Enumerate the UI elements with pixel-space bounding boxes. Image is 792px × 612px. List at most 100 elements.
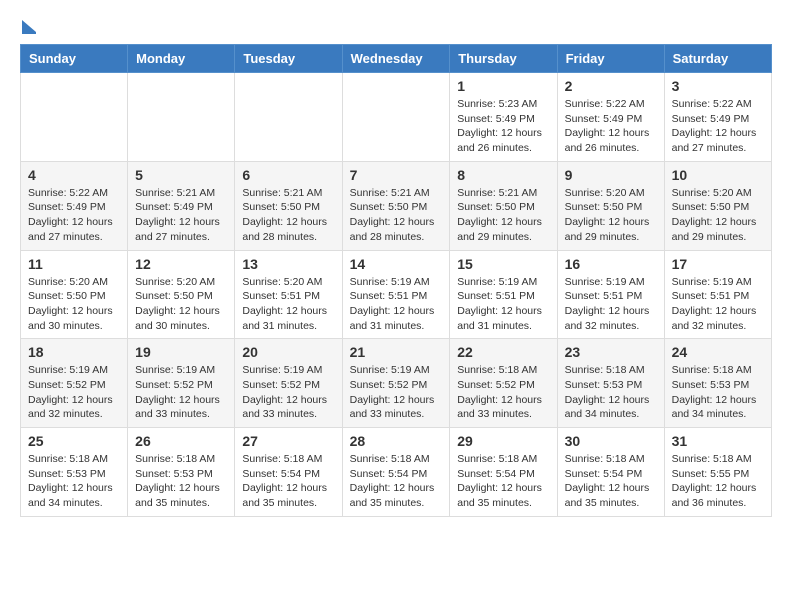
day-number: 23: [565, 344, 657, 360]
calendar-cell: 17Sunrise: 5:19 AM Sunset: 5:51 PM Dayli…: [664, 250, 771, 339]
calendar-cell: 15 Sunrise: 5:19 AM Sunset: 5:51 PM Dayli…: [450, 250, 557, 339]
weekday-header-sunday: Sunday: [21, 45, 128, 73]
calendar-cell: 18 Sunrise: 5:19 AM Sunset: 5:52 PM Dayli…: [21, 339, 128, 428]
weekday-header-wednesday: Wednesday: [342, 45, 450, 73]
day-info: Sunrise: 5:18 AM Sunset: 5:54 PM Dayligh…: [350, 452, 443, 511]
logo-icon: [22, 20, 36, 34]
day-number: 14: [350, 256, 443, 272]
calendar-cell: 11 Sunrise: 5:20 AM Sunset: 5:50 PM Dayli…: [21, 250, 128, 339]
day-number: 11: [28, 256, 120, 272]
day-number: 5: [135, 167, 227, 183]
calendar-cell: 6Sunrise: 5:21 AM Sunset: 5:50 PM Daylig…: [235, 161, 342, 250]
calendar-cell: [128, 73, 235, 162]
day-info: Sunrise: 5:19 AM Sunset: 5:52 PM Dayligh…: [28, 363, 120, 422]
calendar-cell: 25 Sunrise: 5:18 AM Sunset: 5:53 PM Dayli…: [21, 428, 128, 517]
day-number: 25: [28, 433, 120, 449]
day-info: Sunrise: 5:20 AM Sunset: 5:50 PM Dayligh…: [672, 186, 764, 245]
day-number: 2: [565, 78, 657, 94]
calendar-cell: 3 Sunrise: 5:22 AM Sunset: 5:49 PM Daylig…: [664, 73, 771, 162]
day-info: Sunrise: 5:18 AM Sunset: 5:53 PM Dayligh…: [565, 363, 657, 422]
calendar-week-row: 18 Sunrise: 5:19 AM Sunset: 5:52 PM Dayli…: [21, 339, 772, 428]
weekday-header-monday: Monday: [128, 45, 235, 73]
calendar-week-row: 25 Sunrise: 5:18 AM Sunset: 5:53 PM Dayli…: [21, 428, 772, 517]
day-info: Sunrise: 5:19 AM Sunset: 5:51 PM Dayligh…: [350, 275, 443, 334]
calendar-table: SundayMondayTuesdayWednesdayThursdayFrid…: [20, 44, 772, 517]
day-info: Sunrise: 5:18 AM Sunset: 5:54 PM Dayligh…: [457, 452, 549, 511]
calendar-cell: [21, 73, 128, 162]
calendar-cell: 30 Sunrise: 5:18 AM Sunset: 5:54 PM Dayli…: [557, 428, 664, 517]
day-info: Sunrise: 5:21 AM Sunset: 5:50 PM Dayligh…: [350, 186, 443, 245]
day-info: Sunrise: 5:20 AM Sunset: 5:51 PM Dayligh…: [242, 275, 334, 334]
day-number: 21: [350, 344, 443, 360]
day-number: 10: [672, 167, 764, 183]
calendar-cell: 26 Sunrise: 5:18 AM Sunset: 5:53 PM Dayli…: [128, 428, 235, 517]
calendar-cell: [235, 73, 342, 162]
day-info: Sunrise: 5:22 AM Sunset: 5:49 PM Dayligh…: [565, 97, 657, 156]
calendar-cell: 23 Sunrise: 5:18 AM Sunset: 5:53 PM Dayli…: [557, 339, 664, 428]
calendar-cell: 8 Sunrise: 5:21 AM Sunset: 5:50 PM Daylig…: [450, 161, 557, 250]
day-info: Sunrise: 5:19 AM Sunset: 5:51 PM Dayligh…: [565, 275, 657, 334]
weekday-header-saturday: Saturday: [664, 45, 771, 73]
calendar-cell: 2 Sunrise: 5:22 AM Sunset: 5:49 PM Daylig…: [557, 73, 664, 162]
day-info: Sunrise: 5:20 AM Sunset: 5:50 PM Dayligh…: [565, 186, 657, 245]
day-info: Sunrise: 5:20 AM Sunset: 5:50 PM Dayligh…: [135, 275, 227, 334]
calendar-cell: 16 Sunrise: 5:19 AM Sunset: 5:51 PM Dayli…: [557, 250, 664, 339]
day-info: Sunrise: 5:18 AM Sunset: 5:53 PM Dayligh…: [28, 452, 120, 511]
calendar-cell: 24Sunrise: 5:18 AM Sunset: 5:53 PM Dayli…: [664, 339, 771, 428]
day-info: Sunrise: 5:21 AM Sunset: 5:50 PM Dayligh…: [457, 186, 549, 245]
day-number: 20: [242, 344, 334, 360]
day-info: Sunrise: 5:21 AM Sunset: 5:49 PM Dayligh…: [135, 186, 227, 245]
day-info: Sunrise: 5:20 AM Sunset: 5:50 PM Dayligh…: [28, 275, 120, 334]
day-number: 30: [565, 433, 657, 449]
calendar-cell: 10 Sunrise: 5:20 AM Sunset: 5:50 PM Dayli…: [664, 161, 771, 250]
day-number: 7: [350, 167, 443, 183]
calendar-cell: 27Sunrise: 5:18 AM Sunset: 5:54 PM Dayli…: [235, 428, 342, 517]
calendar-cell: 14 Sunrise: 5:19 AM Sunset: 5:51 PM Dayli…: [342, 250, 450, 339]
calendar-cell: 31Sunrise: 5:18 AM Sunset: 5:55 PM Dayli…: [664, 428, 771, 517]
weekday-header-thursday: Thursday: [450, 45, 557, 73]
weekday-header-friday: Friday: [557, 45, 664, 73]
calendar-cell: 19 Sunrise: 5:19 AM Sunset: 5:52 PM Dayli…: [128, 339, 235, 428]
day-number: 12: [135, 256, 227, 272]
weekday-header-row: SundayMondayTuesdayWednesdayThursdayFrid…: [21, 45, 772, 73]
calendar-cell: 7 Sunrise: 5:21 AM Sunset: 5:50 PM Daylig…: [342, 161, 450, 250]
calendar-cell: 20Sunrise: 5:19 AM Sunset: 5:52 PM Dayli…: [235, 339, 342, 428]
day-info: Sunrise: 5:18 AM Sunset: 5:54 PM Dayligh…: [565, 452, 657, 511]
day-number: 1: [457, 78, 549, 94]
calendar-week-row: 4 Sunrise: 5:22 AM Sunset: 5:49 PM Daylig…: [21, 161, 772, 250]
calendar-cell: [342, 73, 450, 162]
calendar-week-row: 11 Sunrise: 5:20 AM Sunset: 5:50 PM Dayli…: [21, 250, 772, 339]
day-info: Sunrise: 5:18 AM Sunset: 5:52 PM Dayligh…: [457, 363, 549, 422]
day-number: 3: [672, 78, 764, 94]
weekday-header-tuesday: Tuesday: [235, 45, 342, 73]
calendar-cell: 22 Sunrise: 5:18 AM Sunset: 5:52 PM Dayli…: [450, 339, 557, 428]
day-info: Sunrise: 5:21 AM Sunset: 5:50 PM Dayligh…: [242, 186, 334, 245]
day-number: 22: [457, 344, 549, 360]
calendar-week-row: 1Sunrise: 5:23 AM Sunset: 5:49 PM Daylig…: [21, 73, 772, 162]
day-number: 18: [28, 344, 120, 360]
calendar-cell: 29Sunrise: 5:18 AM Sunset: 5:54 PM Dayli…: [450, 428, 557, 517]
day-number: 4: [28, 167, 120, 183]
calendar-cell: 9 Sunrise: 5:20 AM Sunset: 5:50 PM Daylig…: [557, 161, 664, 250]
calendar-cell: 4 Sunrise: 5:22 AM Sunset: 5:49 PM Daylig…: [21, 161, 128, 250]
day-number: 17: [672, 256, 764, 272]
day-number: 16: [565, 256, 657, 272]
day-number: 26: [135, 433, 227, 449]
header: [20, 20, 772, 34]
day-info: Sunrise: 5:18 AM Sunset: 5:54 PM Dayligh…: [242, 452, 334, 511]
day-number: 9: [565, 167, 657, 183]
day-number: 28: [350, 433, 443, 449]
day-number: 19: [135, 344, 227, 360]
day-info: Sunrise: 5:19 AM Sunset: 5:52 PM Dayligh…: [135, 363, 227, 422]
day-info: Sunrise: 5:18 AM Sunset: 5:53 PM Dayligh…: [672, 363, 764, 422]
day-info: Sunrise: 5:18 AM Sunset: 5:53 PM Dayligh…: [135, 452, 227, 511]
calendar-cell: 12 Sunrise: 5:20 AM Sunset: 5:50 PM Dayli…: [128, 250, 235, 339]
calendar-cell: 13Sunrise: 5:20 AM Sunset: 5:51 PM Dayli…: [235, 250, 342, 339]
day-info: Sunrise: 5:19 AM Sunset: 5:51 PM Dayligh…: [457, 275, 549, 334]
day-info: Sunrise: 5:22 AM Sunset: 5:49 PM Dayligh…: [28, 186, 120, 245]
day-number: 8: [457, 167, 549, 183]
day-number: 15: [457, 256, 549, 272]
logo: [20, 20, 36, 34]
day-info: Sunrise: 5:22 AM Sunset: 5:49 PM Dayligh…: [672, 97, 764, 156]
day-info: Sunrise: 5:19 AM Sunset: 5:52 PM Dayligh…: [350, 363, 443, 422]
